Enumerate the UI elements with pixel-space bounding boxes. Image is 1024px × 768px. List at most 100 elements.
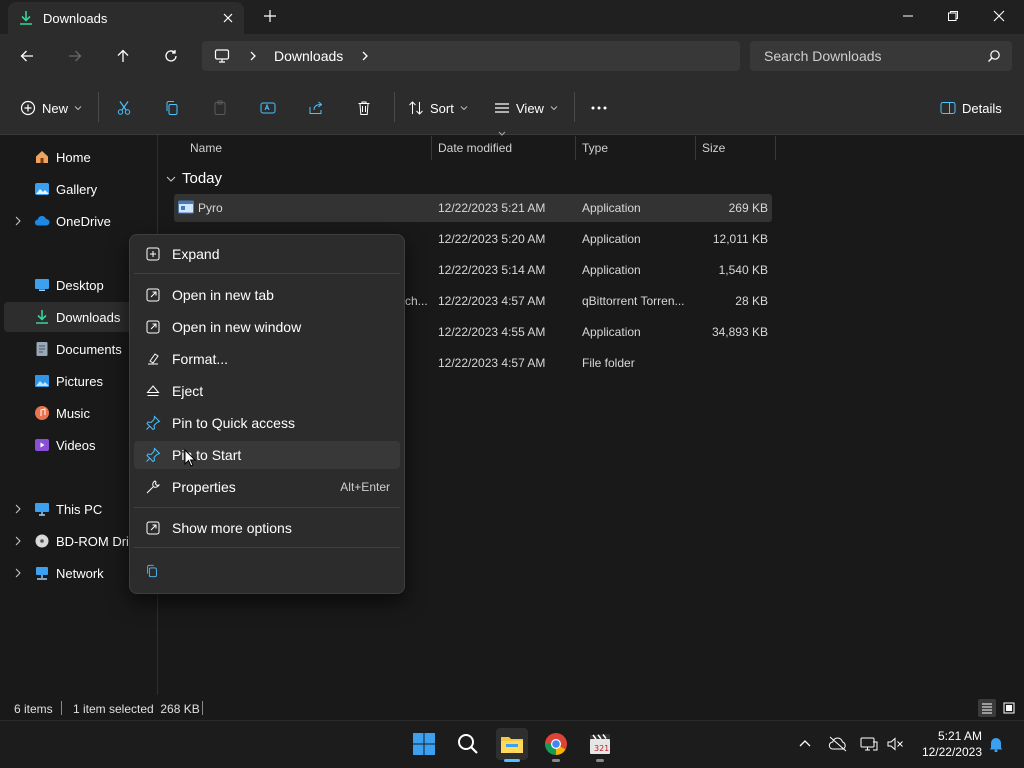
home-icon — [36, 151, 48, 163]
column-divider[interactable] — [775, 136, 776, 160]
column-divider[interactable] — [695, 136, 696, 160]
column-header-date[interactable]: Date modified — [438, 141, 512, 155]
disc-icon — [35, 534, 49, 548]
search-placeholder: Search Downloads — [764, 48, 882, 64]
details-pane-icon — [940, 102, 956, 114]
menu-item-show-more-options[interactable]: Show more options — [134, 514, 400, 542]
pin-icon — [146, 415, 161, 431]
chevron-right-icon[interactable] — [248, 49, 258, 63]
menu-item-format[interactable]: Format... — [134, 345, 400, 373]
menu-divider — [134, 547, 400, 548]
file-size: 1,540 KB — [718, 263, 768, 277]
music-icon — [35, 406, 49, 420]
volume-muted-icon[interactable] — [886, 736, 904, 752]
back-button[interactable] — [13, 42, 41, 70]
tab-downloads[interactable]: Downloads — [8, 2, 244, 34]
column-divider[interactable] — [575, 136, 576, 160]
breadcrumb-downloads[interactable]: Downloads — [274, 48, 343, 64]
sidebar-item-home[interactable]: Home — [4, 142, 156, 172]
menu-item-eject[interactable]: Eject — [134, 377, 400, 405]
file-date: 12/22/2023 4:57 AM — [438, 356, 546, 370]
details-button[interactable]: Details — [940, 98, 1002, 118]
share-button[interactable] — [308, 98, 324, 118]
column-header-size[interactable]: Size — [702, 141, 725, 155]
menu-item-shortcut: Alt+Enter — [340, 480, 390, 494]
sidebar-item-onedrive[interactable]: OneDrive — [4, 206, 156, 236]
menu-item-open-new-window[interactable]: Open in new window — [134, 313, 400, 341]
taskbar-file-explorer[interactable] — [496, 728, 528, 760]
column-header-name[interactable]: Name — [190, 141, 222, 155]
show-hidden-icons-icon[interactable] — [798, 737, 812, 749]
menu-item-pin-start[interactable]: Pin to Start — [134, 441, 400, 469]
chevron-down-icon — [550, 106, 558, 111]
network-icon — [36, 567, 48, 580]
menu-item-label: Eject — [172, 383, 204, 399]
clapperboard-icon: 321 — [590, 734, 610, 754]
onedrive-offline-icon[interactable] — [828, 736, 848, 752]
taskbar-media-app[interactable]: 321 — [584, 728, 616, 760]
menu-item-label: Show more options — [172, 520, 292, 536]
share-icon — [309, 101, 323, 114]
minimize-button[interactable] — [885, 0, 931, 32]
network-status-icon[interactable] — [860, 736, 878, 752]
item-count: 6 items — [14, 702, 53, 716]
chrome-icon — [545, 733, 567, 755]
table-row[interactable]: Pyro 12/22/2023 5:21 AM Application 269 … — [174, 194, 772, 222]
taskbar-chrome[interactable] — [540, 728, 572, 760]
menu-item-expand[interactable]: Expand — [134, 240, 400, 268]
file-date: 12/22/2023 5:21 AM — [438, 201, 546, 215]
notification-bell-icon[interactable] — [988, 736, 1004, 752]
menu-item-label: Expand — [172, 246, 220, 262]
active-app-indicator — [504, 759, 520, 762]
details-view-toggle-icon[interactable] — [978, 699, 996, 717]
file-name: ch... — [405, 294, 428, 308]
menu-item-label: Pin to Quick access — [172, 415, 295, 431]
view-list-icon — [495, 103, 509, 113]
toolbar-divider — [98, 92, 99, 122]
taskbar-search-button[interactable] — [452, 728, 484, 760]
view-button[interactable]: View — [494, 98, 558, 118]
forward-button[interactable] — [61, 42, 89, 70]
paste-button[interactable] — [212, 98, 228, 118]
delete-button[interactable] — [356, 98, 372, 118]
column-header-type[interactable]: Type — [582, 141, 608, 155]
new-tab-button[interactable] — [262, 8, 278, 24]
cut-button[interactable] — [116, 98, 132, 118]
clock-time[interactable]: 5:21 AM — [934, 729, 982, 743]
group-header-today[interactable]: Today — [166, 170, 222, 187]
file-date: 12/22/2023 4:55 AM — [438, 325, 546, 339]
tiles-view-toggle-icon[interactable] — [1000, 699, 1018, 717]
menu-item-label: Open in new window — [172, 319, 302, 335]
chevron-right-icon[interactable] — [360, 49, 370, 63]
close-button[interactable] — [976, 0, 1022, 32]
file-size: 12,011 KB — [712, 232, 768, 246]
clock-date[interactable]: 12/22/2023 — [914, 745, 982, 759]
sidebar-item-gallery[interactable]: Gallery — [4, 174, 156, 204]
up-button[interactable] — [109, 42, 137, 70]
refresh-button[interactable] — [157, 42, 185, 70]
restore-button[interactable] — [930, 0, 976, 32]
menu-item-pin-quick-access[interactable]: Pin to Quick access — [134, 409, 400, 437]
column-divider[interactable] — [431, 136, 432, 160]
menu-item-properties[interactable]: Properties Alt+Enter — [134, 473, 400, 501]
more-options-icon — [146, 521, 160, 535]
menu-divider — [134, 507, 400, 508]
menu-item-label: Open in new tab — [172, 287, 274, 303]
more-button[interactable] — [590, 98, 608, 118]
start-button[interactable] — [408, 728, 440, 760]
file-type: Application — [582, 201, 641, 215]
rename-button[interactable] — [260, 98, 276, 118]
search-icon[interactable] — [987, 49, 1001, 63]
monitor-icon[interactable] — [214, 48, 230, 64]
sort-button[interactable]: Sort — [408, 98, 468, 118]
new-button[interactable]: New — [20, 98, 82, 118]
file-date: 12/22/2023 5:20 AM — [438, 232, 546, 246]
sidebar-item-label: Music — [56, 405, 90, 421]
group-label: Today — [182, 170, 223, 187]
status-divider — [202, 701, 203, 715]
copy-button[interactable] — [164, 98, 180, 118]
menu-item-open-new-tab[interactable]: Open in new tab — [134, 281, 400, 309]
menu-copy-button[interactable] — [134, 557, 170, 585]
close-tab-icon[interactable] — [220, 10, 236, 26]
expand-icon — [146, 247, 160, 261]
